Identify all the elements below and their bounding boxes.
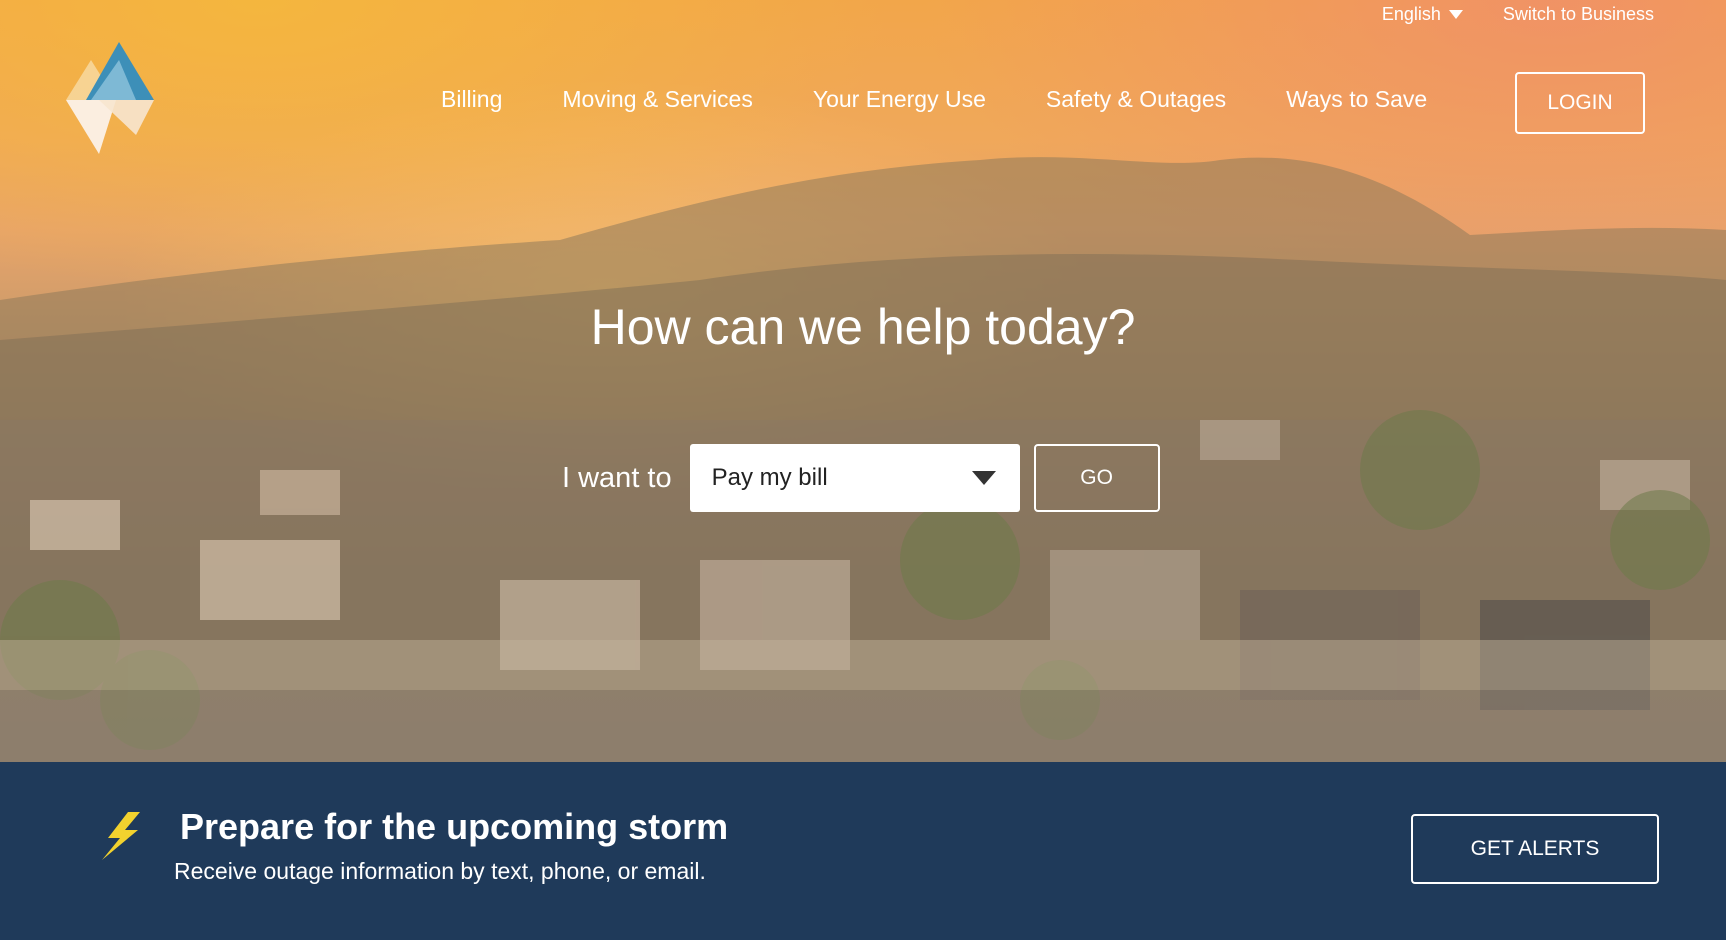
- utility-bar: English Switch to Business: [1382, 4, 1654, 25]
- nav-safety-outages[interactable]: Safety & Outages: [1046, 86, 1226, 113]
- nav-billing[interactable]: Billing: [441, 86, 502, 113]
- task-select[interactable]: Pay my bill: [689, 444, 1020, 512]
- lightning-bolt-icon: [102, 812, 140, 860]
- get-alerts-button[interactable]: GET ALERTS: [1411, 814, 1659, 884]
- alert-title: Prepare for the upcoming storm: [180, 806, 729, 847]
- alert-subtitle: Receive outage information by text, phon…: [174, 858, 706, 884]
- diamond-triangles-logo[interactable]: [66, 42, 156, 154]
- caret-down-icon: [1448, 10, 1463, 19]
- main-nav: Billing Moving & Services Your Energy Us…: [441, 86, 1427, 113]
- task-select-value: Pay my bill: [711, 464, 828, 491]
- go-button[interactable]: GO: [1033, 444, 1160, 512]
- login-button[interactable]: LOGIN: [1515, 72, 1645, 134]
- task-selector-row: I want to Pay my bill GO: [562, 444, 1160, 512]
- nav-energy-use[interactable]: Your Energy Use: [813, 86, 986, 113]
- hero-section: English Switch to Business Billing Movin…: [0, 0, 1726, 762]
- nav-moving-services[interactable]: Moving & Services: [562, 86, 752, 113]
- want-label: I want to: [562, 461, 672, 494]
- hero-landscape-image: [0, 157, 1726, 762]
- switch-to-business-link[interactable]: Switch to Business: [1503, 4, 1654, 25]
- nav-ways-to-save[interactable]: Ways to Save: [1286, 86, 1427, 113]
- language-label: English: [1381, 4, 1441, 24]
- chevron-down-icon: [971, 471, 996, 485]
- hero-title: How can we help today?: [590, 299, 1136, 355]
- language-selector[interactable]: English: [1382, 4, 1463, 25]
